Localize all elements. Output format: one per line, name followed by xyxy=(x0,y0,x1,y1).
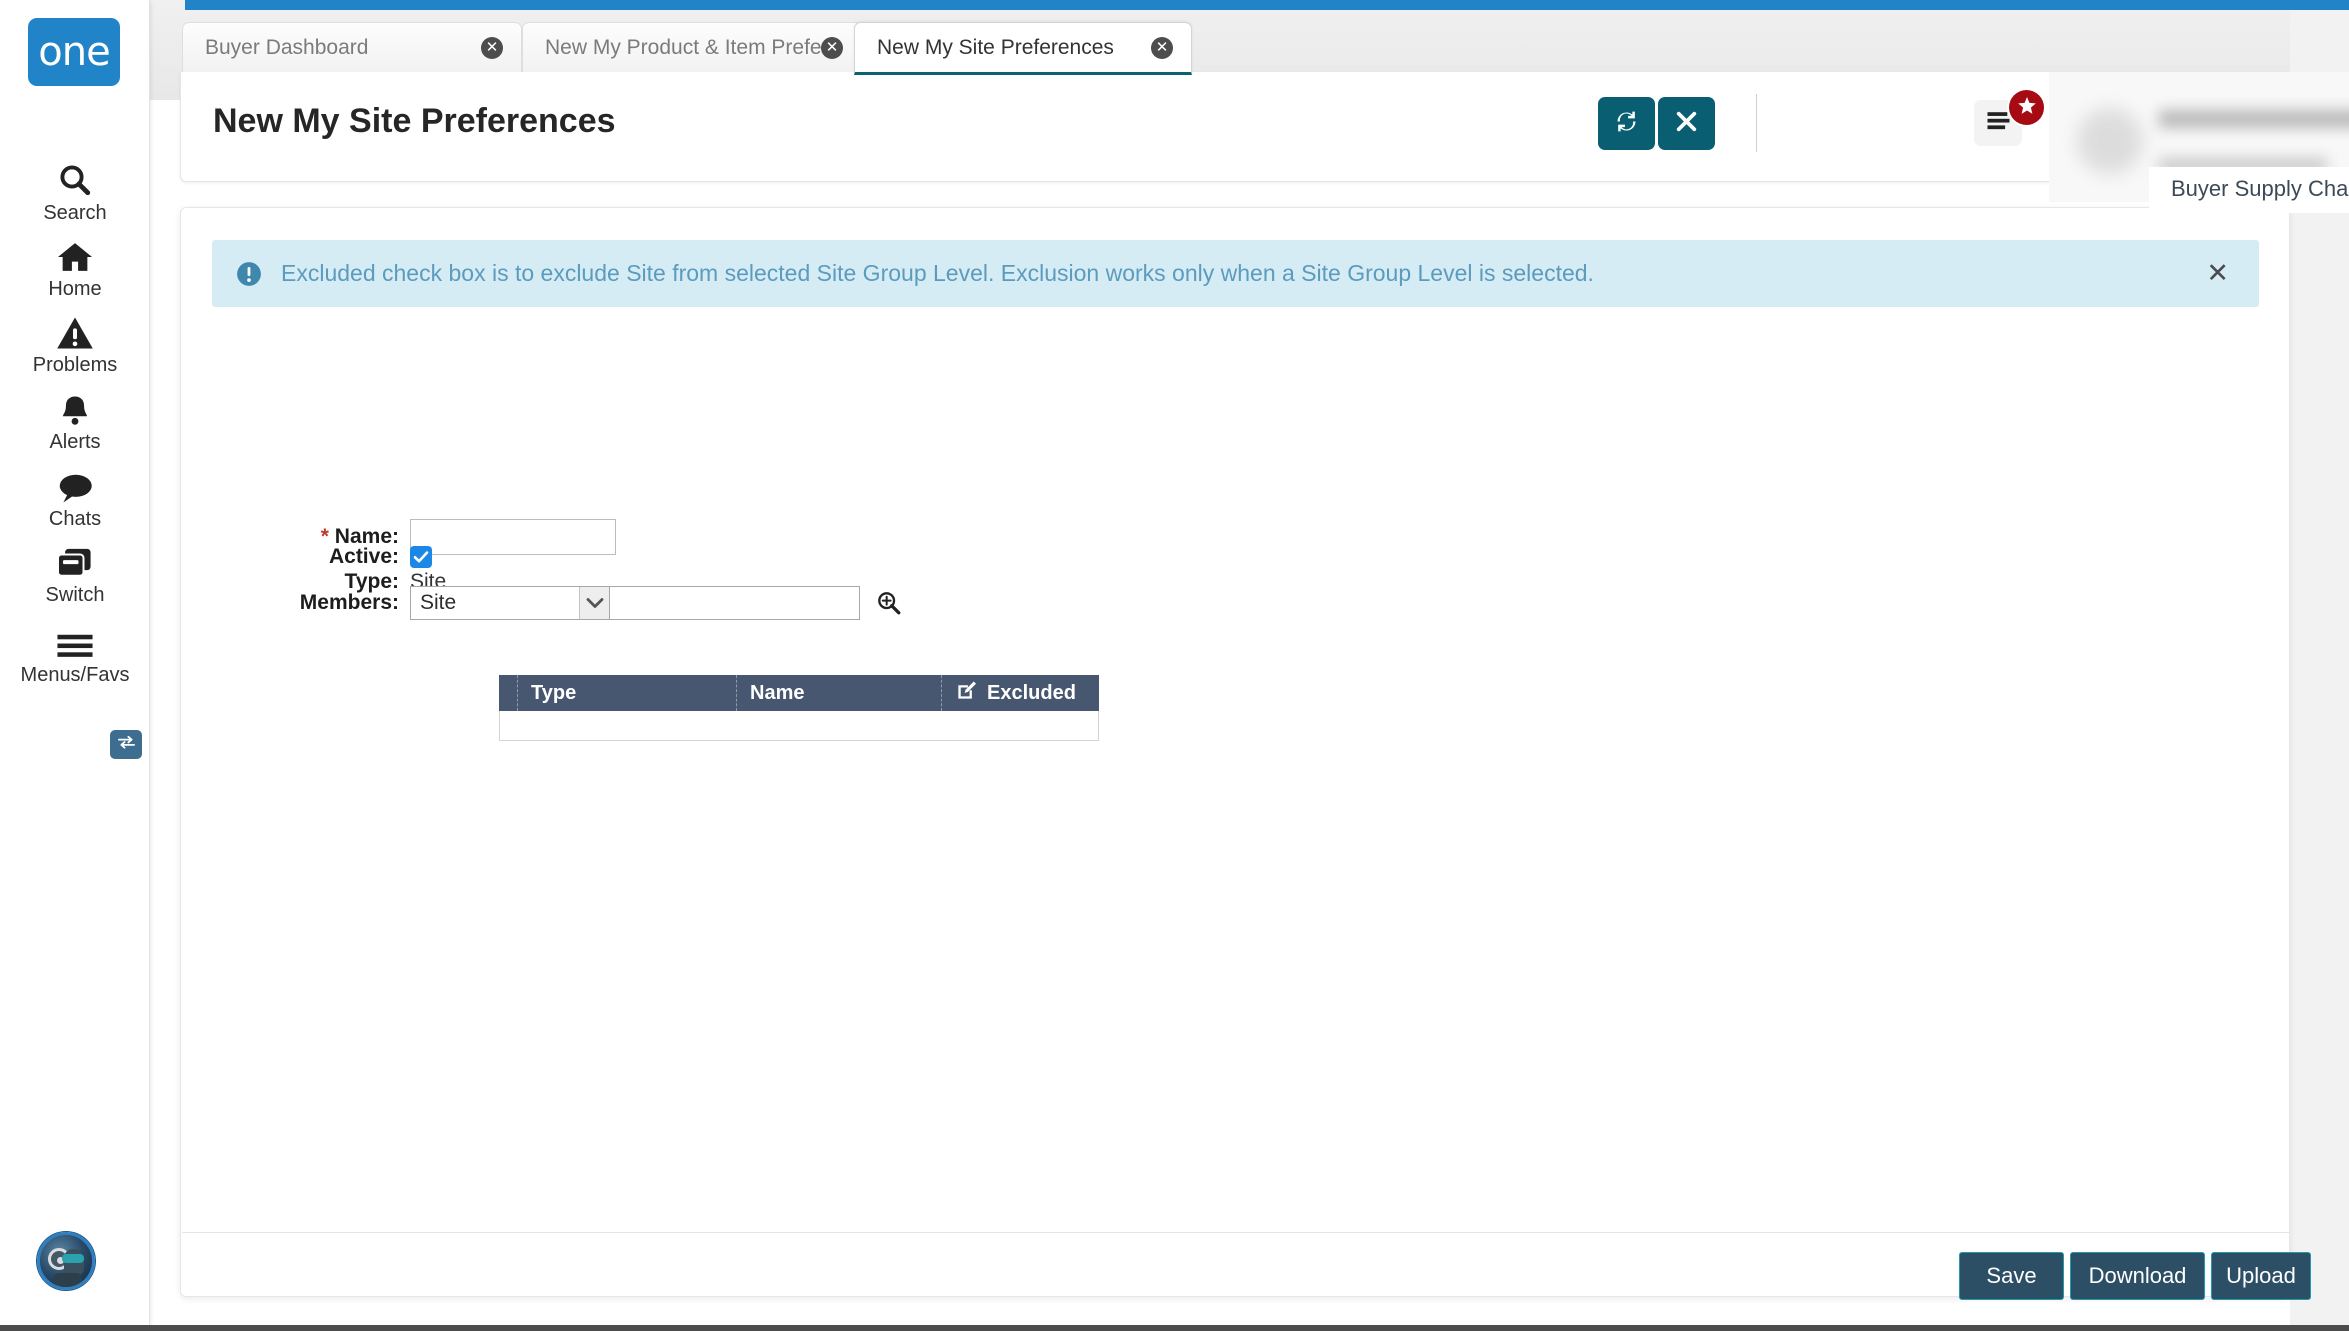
close-button[interactable] xyxy=(1658,97,1715,150)
column-header-type[interactable]: Type xyxy=(517,675,736,711)
left-sidebar: one Search Home Problems Alerts xyxy=(0,0,150,1331)
refresh-icon xyxy=(1613,108,1640,140)
switch-swap-badge[interactable] xyxy=(110,730,142,759)
tab-bar: Buyer Dashboard ✕ New My Product & Item … xyxy=(150,10,2349,72)
bot-body xyxy=(54,1273,82,1289)
sidebar-item-home[interactable]: Home xyxy=(0,232,150,301)
tab-close-icon[interactable]: ✕ xyxy=(821,37,843,59)
column-header-name[interactable]: Name xyxy=(736,675,941,711)
tab-close-icon[interactable]: ✕ xyxy=(481,37,503,59)
sidebar-item-menus-favs[interactable]: Menus/Favs xyxy=(0,618,150,687)
refresh-button[interactable] xyxy=(1598,97,1655,150)
sidebar-item-label: Problems xyxy=(33,354,117,377)
field-row-members: Members: Site xyxy=(249,586,904,620)
page-title: New My Site Preferences xyxy=(213,102,616,141)
members-type-selected-value: Site xyxy=(411,591,579,615)
home-icon xyxy=(56,232,94,274)
favorites-star-badge[interactable] xyxy=(2009,90,2044,125)
chevron-down-icon xyxy=(579,587,609,619)
tab-new-my-site-preferences[interactable]: New My Site Preferences ✕ xyxy=(854,22,1192,75)
tab-new-my-product-item-preferences[interactable]: New My Product & Item Preferen… ✕ xyxy=(522,22,862,72)
sidebar-item-search[interactable]: Search xyxy=(0,156,150,225)
active-label: Active: xyxy=(249,545,399,569)
sidebar-item-label: Chats xyxy=(49,508,101,531)
warning-triangle-icon xyxy=(56,308,94,350)
app-logo-text: one xyxy=(38,32,109,72)
top-accent-bar xyxy=(185,0,2349,10)
header-divider xyxy=(1756,94,1757,152)
sidebar-item-label: Switch xyxy=(46,584,105,607)
window-bottom-bar xyxy=(0,1325,2349,1331)
edit-pencil-square-icon xyxy=(955,679,978,708)
assistant-bot-avatar[interactable] xyxy=(37,1232,95,1290)
main-content-card: Excluded check box is to exclude Site fr… xyxy=(180,207,2290,1297)
tab-label: New My Product & Item Preferen… xyxy=(545,36,821,60)
download-button[interactable]: Download xyxy=(2070,1252,2205,1300)
banner-message: Excluded check box is to exclude Site fr… xyxy=(281,260,1594,287)
info-circle-icon xyxy=(236,261,262,287)
sidebar-item-label: Search xyxy=(43,202,106,225)
user-role-tooltip: Buyer Supply Chain Admin xyxy=(2149,167,2349,213)
search-icon xyxy=(57,156,93,198)
chat-bubble-icon xyxy=(56,462,94,504)
members-table-header-row: Type Name Excluded xyxy=(499,675,1099,711)
sidebar-item-chats[interactable]: Chats xyxy=(0,462,150,531)
page-header: New My Site Preferences B xyxy=(180,72,2290,182)
members-search-input[interactable] xyxy=(610,586,860,620)
info-banner: Excluded check box is to exclude Site fr… xyxy=(212,240,2259,307)
tab-label: New My Site Preferences xyxy=(877,36,1114,60)
members-table-body xyxy=(499,711,1099,741)
application-window: one Search Home Problems Alerts xyxy=(0,0,2349,1331)
footer-separator xyxy=(182,1232,2290,1233)
sidebar-item-switch[interactable]: Switch xyxy=(0,538,150,607)
user-name-redacted xyxy=(2159,110,2349,128)
tab-label: Buyer Dashboard xyxy=(205,36,368,60)
close-x-icon xyxy=(1674,109,1699,139)
members-type-select[interactable]: Site xyxy=(410,586,610,620)
members-table: Type Name Excluded xyxy=(499,675,1099,741)
sidebar-item-label: Menus/Favs xyxy=(21,664,130,687)
column-header-excluded-label: Excluded xyxy=(987,682,1076,705)
sidebar-item-alerts[interactable]: Alerts xyxy=(0,385,150,454)
magnifier-plus-icon[interactable] xyxy=(874,588,904,618)
sidebar-item-problems[interactable]: Problems xyxy=(0,308,150,377)
banner-close-icon[interactable]: ✕ xyxy=(2206,260,2229,287)
column-header-excluded[interactable]: Excluded xyxy=(941,675,1099,711)
tab-close-icon[interactable]: ✕ xyxy=(1151,37,1173,59)
sidebar-item-label: Home xyxy=(48,278,101,301)
field-row-active: Active: xyxy=(249,545,432,569)
swap-arrows-icon xyxy=(117,734,136,755)
table-select-column xyxy=(499,675,517,711)
sidebar-item-label: Alerts xyxy=(49,431,100,454)
name-input[interactable] xyxy=(410,519,616,555)
bot-visor xyxy=(62,1254,84,1263)
app-logo[interactable]: one xyxy=(28,18,120,86)
active-checkbox[interactable] xyxy=(410,546,432,568)
members-label: Members: xyxy=(249,591,399,615)
bell-icon xyxy=(58,385,92,427)
upload-button[interactable]: Upload xyxy=(2211,1252,2311,1300)
list-menu-icon xyxy=(1985,110,2012,137)
avatar xyxy=(2077,108,2143,174)
star-icon xyxy=(2017,96,2037,119)
switch-windows-icon xyxy=(55,538,95,580)
hamburger-icon xyxy=(56,618,94,660)
tab-buyer-dashboard[interactable]: Buyer Dashboard ✕ xyxy=(182,22,522,72)
save-button[interactable]: Save xyxy=(1959,1252,2064,1300)
